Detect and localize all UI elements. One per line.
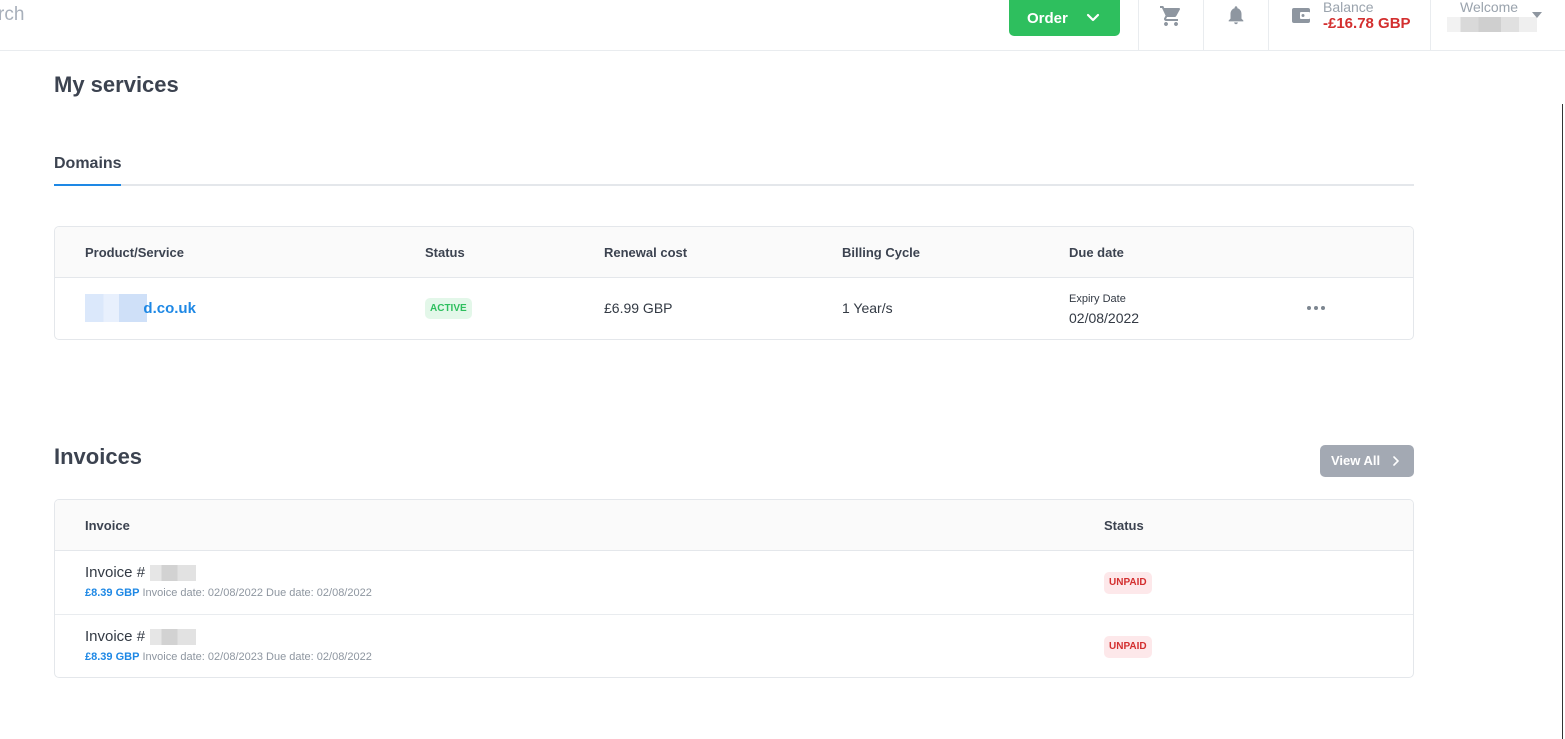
redacted-invoice-number — [150, 565, 196, 581]
bell-icon — [1228, 6, 1244, 25]
renewal-cost: £6.99 GBP — [604, 300, 673, 316]
scrollbar-edge — [1562, 104, 1563, 739]
billing-cycle: 1 Year/s — [842, 300, 893, 316]
notifications-button[interactable] — [1204, 0, 1268, 51]
column-status: Status — [425, 245, 465, 260]
view-all-label: View All — [1331, 453, 1381, 468]
status-badge: UNPAID — [1104, 572, 1152, 594]
expiry-label: Expiry Date — [1069, 293, 1126, 305]
domain-link[interactable]: xxxxxxxd.co.uk — [85, 300, 196, 317]
status-badge: UNPAID — [1104, 636, 1152, 658]
invoice-dates: Invoice date: 02/08/2022 Due date: 02/08… — [142, 587, 372, 599]
column-product: Product/Service — [85, 245, 184, 260]
divider — [1268, 0, 1269, 51]
view-all-button[interactable]: View All — [1320, 445, 1414, 477]
invoices-table: Invoice Status Invoice # £8.39 GBP Invoi… — [54, 499, 1414, 678]
divider — [1430, 0, 1431, 51]
table-row[interactable]: xxxxxxxd.co.uk ACTIVE £6.99 GBP 1 Year/s… — [55, 278, 1413, 339]
balance-amount: -£16.78 GBP — [1323, 15, 1411, 32]
invoice-dates: Invoice date: 02/08/2023 Due date: 02/08… — [142, 651, 372, 663]
table-row[interactable]: Invoice # £8.39 GBP Invoice date: 02/08/… — [55, 551, 1413, 615]
chevron-right-icon — [1393, 456, 1399, 466]
balance-label: Balance — [1323, 0, 1374, 15]
table-row[interactable]: Invoice # £8.39 GBP Invoice date: 02/08/… — [55, 615, 1413, 677]
more-options-icon[interactable] — [1307, 306, 1325, 310]
column-billing: Billing Cycle — [842, 245, 921, 260]
invoice-amount: £8.39 GBP — [85, 587, 140, 599]
column-status: Status — [1104, 518, 1144, 533]
column-due: Due date — [1069, 245, 1124, 260]
expiry-date: 02/08/2022 — [1069, 310, 1140, 326]
order-label: Order — [1027, 9, 1068, 27]
user-menu[interactable]: Welcome — [1447, 0, 1547, 51]
top-bar: rch Order Balance -£16.78 GBP Welcome — [0, 0, 1565, 51]
invoices-title: Invoices — [54, 444, 143, 469]
wallet-icon — [1292, 8, 1310, 23]
invoice-title[interactable]: Invoice # — [85, 564, 145, 581]
welcome-label: Welcome — [1460, 0, 1519, 15]
search-input[interactable]: rch — [0, 4, 24, 26]
column-renewal: Renewal cost — [604, 245, 688, 260]
chevron-down-icon — [1086, 13, 1100, 22]
table-header: Product/Service Status Renewal cost Bill… — [55, 227, 1413, 278]
domains-table: Product/Service Status Renewal cost Bill… — [54, 226, 1414, 340]
cart-button[interactable] — [1139, 0, 1203, 51]
invoice-meta: £8.39 GBP Invoice date: 02/08/2022 Due d… — [85, 587, 372, 599]
invoice-meta: £8.39 GBP Invoice date: 02/08/2023 Due d… — [85, 651, 372, 663]
order-button[interactable]: Order — [1009, 0, 1120, 36]
redacted-invoice-number — [150, 629, 196, 645]
page-title: My services — [54, 72, 179, 97]
tab-domains[interactable]: Domains — [54, 155, 122, 186]
invoice-amount: £8.39 GBP — [85, 651, 140, 663]
services-tabs: Domains — [54, 150, 1414, 186]
caret-down-icon — [1532, 12, 1542, 18]
column-invoice: Invoice — [85, 518, 130, 533]
table-header: Invoice Status — [55, 500, 1413, 551]
redacted-username — [1447, 17, 1537, 32]
cart-icon — [1160, 6, 1181, 26]
status-badge: ACTIVE — [425, 298, 472, 319]
invoice-title[interactable]: Invoice # — [85, 628, 145, 645]
